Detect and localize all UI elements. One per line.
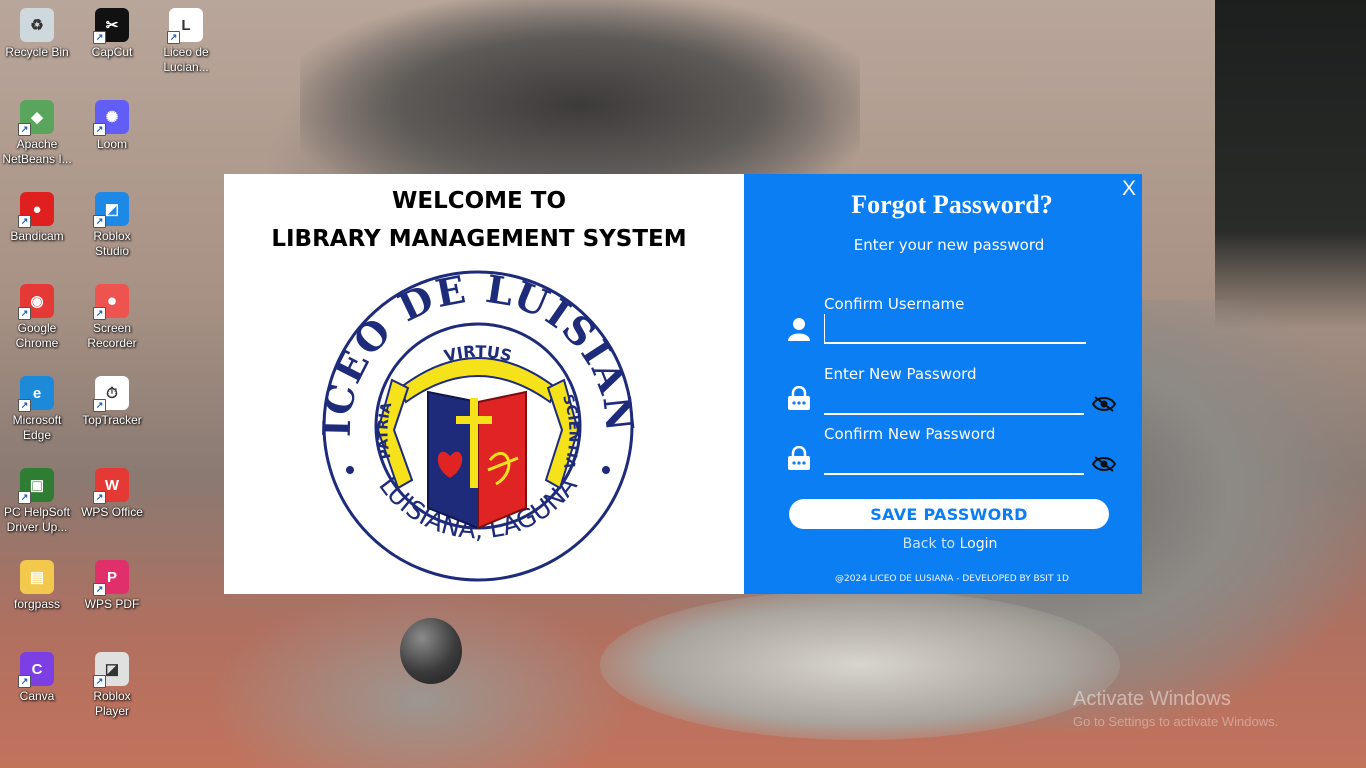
loom-icon: ✺ ↗ <box>93 100 129 136</box>
desktop-icon-label: Recycle Bin <box>5 45 69 59</box>
welcome-panel: WELCOME TO LIBRARY MANAGEMENT SYSTEM LIC… <box>224 174 744 594</box>
desktop-icon-label: Screen Recorder <box>87 321 137 350</box>
eye-slash-icon[interactable] <box>1092 395 1116 413</box>
desktop-icon-label: Canva <box>19 689 55 703</box>
school-seal-icon: LICEO DE LUISIANA LUISIANA, LAGUNA VIRTU… <box>303 234 641 582</box>
footer-credit: @2024 LICEO DE LUSIANA - DEVELOPED BY BS… <box>835 574 1069 584</box>
shortcut-arrow-icon: ↗ <box>93 215 106 228</box>
back-to-text: Back to <box>902 536 956 552</box>
new-password-label: Enter New Password <box>824 365 977 383</box>
liceo-icon: L ↗ <box>167 8 203 44</box>
desktop-icon-label: Apache NetBeans I... <box>2 137 72 166</box>
confirm-password-input[interactable] <box>824 445 1084 475</box>
desktop-icon[interactable]: ◩ ↗ Roblox Studio <box>75 192 149 259</box>
confirm-username-label: Confirm Username <box>824 295 965 313</box>
activate-windows-watermark: Activate Windows <box>1073 688 1231 710</box>
new-password-input[interactable] <box>824 385 1084 415</box>
desktop-icon-label: Roblox Player <box>93 689 131 718</box>
save-password-button[interactable]: SAVE PASSWORD <box>789 499 1109 529</box>
roblox-player-icon: ◪ ↗ <box>93 652 129 688</box>
desktop-icon[interactable]: ✂ ↗ CapCut <box>75 8 149 60</box>
desktop-icon[interactable]: P ↗ WPS PDF <box>75 560 149 612</box>
shortcut-arrow-icon: ↗ <box>93 307 106 320</box>
desktop-icon-label: WPS PDF <box>84 597 140 611</box>
desktop-icon[interactable]: ⏱ ↗ TopTracker <box>75 376 149 428</box>
desktop-icon[interactable]: C ↗ Canva <box>0 652 74 704</box>
user-icon <box>788 318 810 341</box>
eye-slash-icon[interactable] <box>1092 455 1116 473</box>
desktop-icon-label: Microsoft Edge <box>12 413 62 442</box>
desktop-icon-label: Google Chrome <box>15 321 59 350</box>
desktop-icon-label: CapCut <box>91 45 133 59</box>
wps-office-icon: W ↗ <box>93 468 129 504</box>
desktop-icon-label: PC HelpSoft Driver Up... <box>3 505 71 534</box>
desktop-icon[interactable]: ◉ ↗ Google Chrome <box>0 284 74 351</box>
forgot-password-title: Forgot Password? <box>851 190 1053 219</box>
lock-icon <box>788 386 810 410</box>
desktop-icon[interactable]: ▤ forgpass <box>0 560 74 612</box>
desktop-icon-label: Liceo de Lucian... <box>163 45 209 74</box>
shortcut-arrow-icon: ↗ <box>18 491 31 504</box>
wallpaper-cat-head <box>300 0 860 175</box>
shortcut-arrow-icon: ↗ <box>18 399 31 412</box>
system-title: LIBRARY MANAGEMENT SYSTEM <box>271 226 687 252</box>
desktop-icon-label: Roblox Studio <box>93 229 131 258</box>
folder-icon: ▤ <box>20 560 54 594</box>
desktop-icon[interactable]: ● ↗ Bandicam <box>0 192 74 244</box>
shortcut-arrow-icon: ↗ <box>93 583 106 596</box>
desktop-icon[interactable]: ◆ ↗ Apache NetBeans I... <box>0 100 74 167</box>
roblox-studio-icon: ◩ ↗ <box>93 192 129 228</box>
welcome-heading: WELCOME TO <box>391 188 567 214</box>
activate-windows-subtext: Go to Settings to activate Windows. <box>1073 714 1279 729</box>
desktop-icon[interactable]: ▣ ↗ PC HelpSoft Driver Up... <box>0 468 74 535</box>
shortcut-arrow-icon: ↗ <box>18 215 31 228</box>
desktop-icon[interactable]: ⏺ ↗ Screen Recorder <box>75 284 149 351</box>
wps-pdf-icon: P ↗ <box>93 560 129 596</box>
wallpaper-dark-corner <box>1215 0 1366 330</box>
shortcut-arrow-icon: ↗ <box>93 123 106 136</box>
bandicam-icon: ● ↗ <box>18 192 54 228</box>
shortcut-arrow-icon: ↗ <box>93 675 106 688</box>
login-link[interactable]: Login <box>960 536 998 552</box>
canva-icon: C ↗ <box>18 652 54 688</box>
desktop-icon[interactable]: ♻ Recycle Bin <box>0 8 74 60</box>
desktop-icon-label: Loom <box>96 137 128 151</box>
toptracker-icon: ⏱ ↗ <box>93 376 129 412</box>
school-logo: LICEO DE LUISIANA LUISIANA, LAGUNA VIRTU… <box>303 234 641 582</box>
screen-recorder-icon: ⏺ ↗ <box>93 284 129 320</box>
shortcut-arrow-icon: ↗ <box>18 307 31 320</box>
wallpaper-bell <box>400 618 462 684</box>
confirm-password-label: Confirm New Password <box>824 425 996 443</box>
forgot-password-dialog: WELCOME TO LIBRARY MANAGEMENT SYSTEM LIC… <box>224 174 1142 594</box>
forgot-password-subtitle: Enter your new password <box>853 236 1045 254</box>
desktop-icon[interactable]: ◪ ↗ Roblox Player <box>75 652 149 719</box>
desktop-icon[interactable]: ✺ ↗ Loom <box>75 100 149 152</box>
shortcut-arrow-icon: ↗ <box>18 675 31 688</box>
shortcut-arrow-icon: ↗ <box>93 491 106 504</box>
wallpaper-cat-paw <box>600 590 1120 740</box>
shortcut-arrow-icon: ↗ <box>93 399 106 412</box>
desktop-icon-label: forgpass <box>13 597 61 611</box>
confirm-username-input[interactable] <box>824 314 1086 344</box>
shortcut-arrow-icon: ↗ <box>167 31 180 44</box>
pc-helpsoft-icon: ▣ ↗ <box>18 468 54 504</box>
capcut-icon: ✂ ↗ <box>93 8 129 44</box>
forgot-password-panel: X Forgot Password? Enter your new passwo… <box>744 174 1142 594</box>
desktop-icon[interactable]: e ↗ Microsoft Edge <box>0 376 74 443</box>
shortcut-arrow-icon: ↗ <box>93 31 106 44</box>
recycle-bin-icon: ♻ <box>20 8 54 42</box>
back-to-login: Back to Login <box>744 536 1156 552</box>
desktop-icon[interactable]: L ↗ Liceo de Lucian... <box>149 8 223 75</box>
desktop-icon-label: Bandicam <box>10 229 64 243</box>
edge-icon: e ↗ <box>18 376 54 412</box>
shortcut-arrow-icon: ↗ <box>18 123 31 136</box>
lock-icon <box>788 446 810 470</box>
desktop-icon-label: TopTracker <box>82 413 142 427</box>
desktop-icon-label: WPS Office <box>81 505 143 519</box>
desktop-icon[interactable]: W ↗ WPS Office <box>75 468 149 520</box>
netbeans-icon: ◆ ↗ <box>18 100 54 136</box>
chrome-icon: ◉ ↗ <box>18 284 54 320</box>
